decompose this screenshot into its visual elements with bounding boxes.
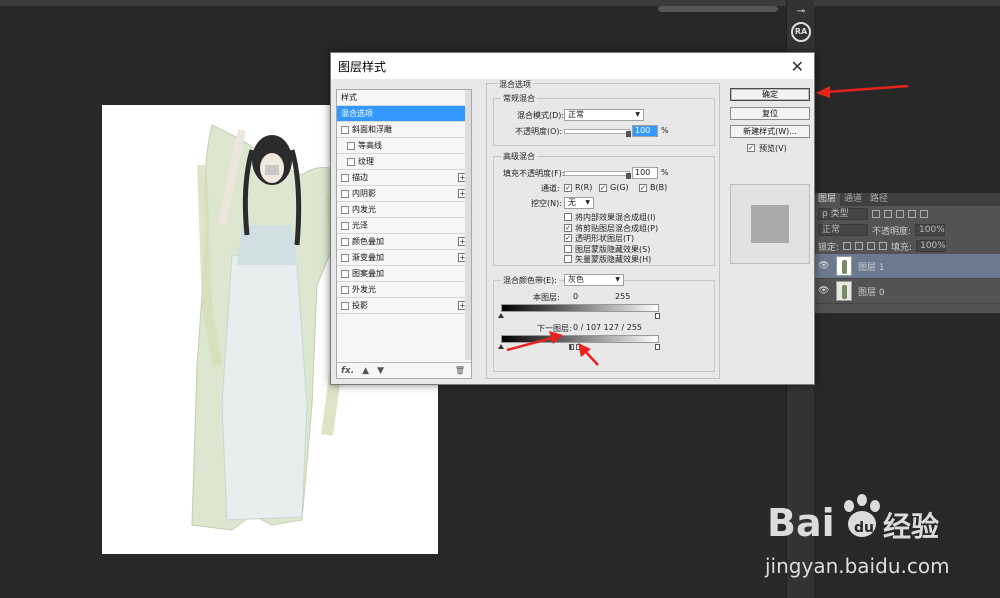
svg-text:Bai: Bai [767,501,835,545]
arrow-to-split-left-icon [506,331,563,352]
baidu-logo: Bai du 经验 [767,494,939,545]
svg-text:经验: 经验 [883,510,939,543]
svg-text:du: du [854,520,874,536]
paw-icon: du [844,494,880,537]
arrow-to-split-right-icon [578,343,599,366]
arrow-to-ok-icon [816,84,909,98]
baidu-url: jingyan.baidu.com [765,554,950,578]
